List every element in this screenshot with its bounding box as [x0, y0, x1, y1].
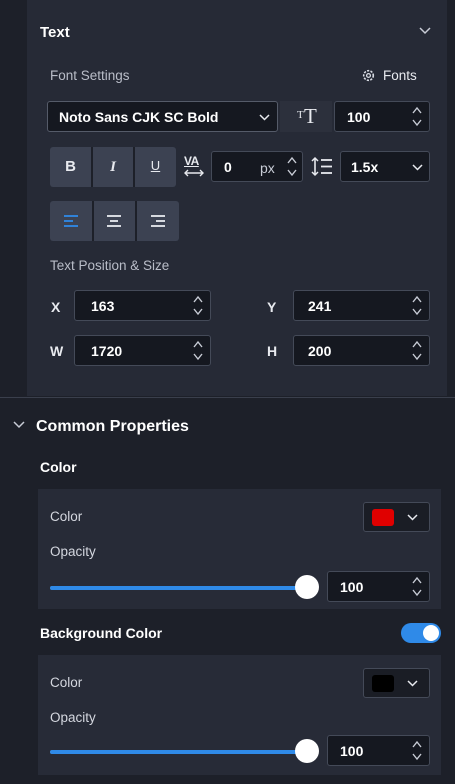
x-label: X	[51, 299, 61, 315]
y-value: 241	[308, 298, 332, 314]
line-height-icon	[311, 156, 332, 177]
font-size-icon-box: T T	[280, 101, 332, 132]
font-family-select[interactable]: Noto Sans CJK SC Bold	[47, 101, 278, 132]
text-style-group: B I U	[50, 147, 176, 187]
opacity-input[interactable]: 100	[327, 571, 430, 602]
stepper-icon[interactable]	[193, 340, 203, 361]
opacity-value: 100	[340, 579, 364, 595]
chevron-down-icon	[259, 114, 270, 121]
font-family-value: Noto Sans CJK SC Bold	[59, 109, 219, 125]
font-size-value: 100	[347, 109, 371, 125]
background-color-toggle[interactable]	[401, 623, 441, 643]
bg-opacity-slider-fill	[50, 750, 305, 754]
align-center-button[interactable]	[94, 201, 135, 241]
bold-button[interactable]: B	[50, 147, 91, 187]
opacity-slider-track[interactable]	[50, 586, 305, 590]
bg-opacity-input[interactable]: 100	[327, 735, 430, 766]
background-color-card: Color Opacity 100	[38, 655, 441, 775]
opacity-slider-fill	[50, 586, 305, 590]
background-color-label: Background Color	[40, 625, 163, 641]
stepper-icon[interactable]	[287, 156, 297, 177]
font-size-input[interactable]: 100	[334, 101, 430, 132]
fonts-button-label: Fonts	[383, 68, 417, 83]
bg-opacity-slider-track[interactable]	[50, 750, 305, 754]
w-value: 1720	[91, 343, 123, 359]
color-card: Color Opacity 100	[38, 489, 441, 609]
font-size-small-t: T	[297, 109, 304, 121]
letter-spacing-icon: VA	[183, 154, 205, 178]
gear-icon	[362, 69, 375, 82]
opacity-slider-handle[interactable]	[295, 575, 319, 599]
h-value: 200	[308, 343, 332, 359]
line-height-select[interactable]: 1.5x	[340, 151, 430, 182]
text-position-size-label: Text Position & Size	[50, 258, 170, 273]
h-input[interactable]: 200	[293, 335, 430, 366]
letter-spacing-unit: px	[260, 160, 275, 176]
chevron-down-icon	[407, 514, 418, 521]
stepper-icon[interactable]	[412, 340, 422, 361]
bg-opacity-slider-handle[interactable]	[295, 739, 319, 763]
color-section-label: Color	[40, 459, 77, 475]
stepper-icon[interactable]	[412, 106, 422, 127]
italic-button[interactable]: I	[93, 147, 133, 187]
common-properties-title[interactable]: Common Properties	[36, 418, 189, 436]
toggle-knob	[423, 625, 439, 641]
stepper-icon[interactable]	[412, 576, 422, 597]
x-value: 163	[91, 298, 115, 314]
align-left-icon	[64, 215, 78, 227]
fonts-button[interactable]: Fonts	[362, 66, 434, 86]
text-section-title[interactable]: Text	[40, 24, 70, 41]
properties-panel: Text Font Settings Fonts Noto Sans CJK S…	[0, 0, 455, 784]
y-label: Y	[267, 299, 277, 315]
align-right-button[interactable]	[137, 201, 179, 241]
h-label: H	[267, 343, 278, 359]
chevron-down-icon	[412, 164, 423, 171]
align-center-icon	[107, 215, 121, 227]
chevron-down-icon[interactable]	[419, 27, 431, 35]
bg-color-swatch	[372, 675, 394, 692]
align-left-button[interactable]	[50, 201, 92, 241]
letter-spacing-input[interactable]: 0 px	[211, 151, 303, 182]
font-size-icon: T	[304, 104, 317, 128]
bg-color-picker[interactable]	[363, 668, 430, 698]
line-height-value: 1.5x	[351, 159, 379, 175]
panel-gutter	[0, 0, 27, 400]
opacity-label: Opacity	[50, 544, 96, 559]
align-right-icon	[151, 215, 165, 227]
stepper-icon[interactable]	[412, 295, 422, 316]
stepper-icon[interactable]	[412, 740, 422, 761]
font-settings-label: Font Settings	[50, 68, 130, 83]
bg-opacity-label: Opacity	[50, 710, 96, 725]
color-picker[interactable]	[363, 502, 430, 532]
text-section: Text Font Settings Fonts Noto Sans CJK S…	[27, 0, 447, 396]
chevron-down-icon[interactable]	[13, 421, 25, 429]
x-input[interactable]: 163	[74, 290, 211, 321]
color-label: Color	[50, 509, 83, 524]
section-divider	[0, 397, 455, 398]
stepper-icon[interactable]	[193, 295, 203, 316]
letter-spacing-value: 0	[224, 159, 232, 175]
bg-opacity-value: 100	[340, 743, 364, 759]
underline-button[interactable]: U	[135, 147, 176, 187]
w-input[interactable]: 1720	[74, 335, 211, 366]
color-swatch	[372, 509, 394, 526]
chevron-down-icon	[407, 680, 418, 687]
bg-color-label: Color	[50, 675, 83, 690]
y-input[interactable]: 241	[293, 290, 430, 321]
w-label: W	[50, 343, 64, 359]
alignment-group	[50, 201, 179, 241]
